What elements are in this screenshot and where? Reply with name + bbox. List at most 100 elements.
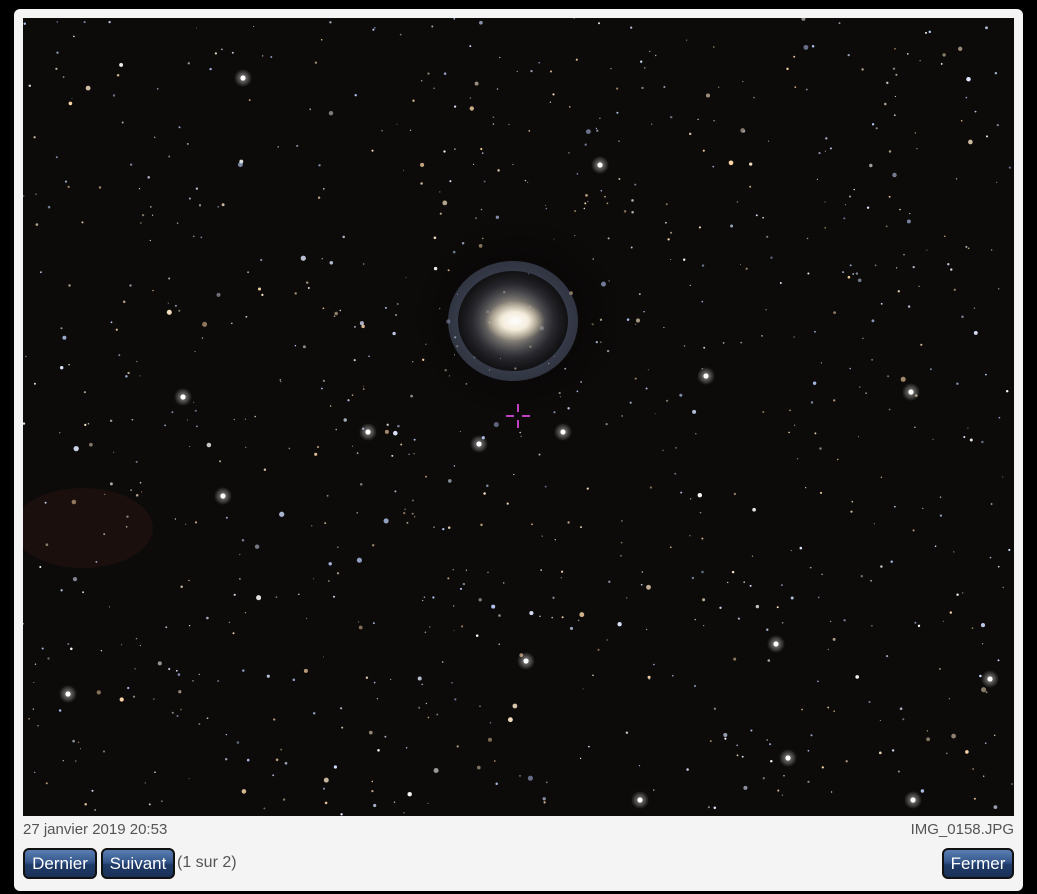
star (270, 55, 273, 59)
star (855, 272, 859, 275)
star (427, 716, 430, 719)
star (403, 812, 405, 814)
last-button[interactable]: Dernier (23, 848, 97, 879)
star (188, 778, 190, 780)
star (755, 214, 758, 217)
star (544, 204, 547, 206)
star (479, 20, 483, 25)
star (762, 216, 764, 219)
star (531, 523, 533, 526)
star (357, 621, 360, 623)
star (981, 687, 987, 693)
star (799, 546, 803, 550)
star (545, 781, 548, 784)
star (487, 571, 489, 574)
star (406, 521, 409, 524)
star (884, 102, 887, 106)
star (690, 498, 692, 500)
star (897, 770, 900, 773)
star (84, 802, 87, 806)
star (899, 707, 903, 711)
star (878, 751, 882, 755)
star (81, 221, 84, 224)
star (635, 323, 637, 325)
star (827, 648, 830, 651)
star (480, 208, 483, 211)
star (996, 123, 1000, 127)
star (371, 780, 374, 783)
star (67, 642, 70, 646)
star (837, 458, 839, 461)
star (680, 491, 683, 494)
star (879, 719, 881, 722)
star (649, 50, 651, 53)
star (144, 782, 146, 784)
star (481, 152, 484, 154)
star (456, 745, 459, 748)
next-button[interactable]: Suivant (101, 848, 175, 879)
star (429, 626, 431, 628)
star (73, 35, 75, 38)
star (665, 221, 667, 224)
star (129, 163, 133, 166)
star (781, 794, 784, 796)
star (420, 182, 423, 185)
photo-filename: IMG_0158.JPG (910, 821, 1014, 838)
star (462, 582, 466, 586)
star (439, 191, 441, 193)
star (871, 319, 875, 323)
star (512, 703, 518, 709)
star (244, 612, 247, 614)
star (542, 797, 546, 801)
star (674, 472, 677, 475)
star (1008, 166, 1012, 169)
star (280, 381, 282, 383)
star (713, 806, 717, 810)
star (214, 52, 218, 55)
star (743, 130, 746, 133)
star (47, 657, 50, 660)
star (568, 152, 570, 154)
star (62, 335, 67, 340)
star (332, 595, 336, 598)
star (453, 630, 455, 632)
star (371, 789, 374, 793)
star (192, 235, 195, 238)
star (769, 743, 772, 746)
star (131, 418, 134, 421)
star (749, 584, 752, 587)
star (665, 203, 668, 206)
star (907, 305, 911, 308)
star (127, 371, 130, 375)
star (465, 569, 468, 571)
star (418, 706, 421, 709)
star (171, 711, 174, 714)
star (528, 130, 531, 132)
star (314, 452, 318, 456)
star (819, 447, 822, 450)
star (168, 277, 171, 280)
star (132, 695, 136, 698)
star (248, 99, 251, 102)
star (395, 314, 398, 316)
star (938, 667, 941, 670)
star (829, 147, 832, 150)
star (469, 45, 472, 48)
close-button[interactable]: Fermer (942, 848, 1014, 879)
star (718, 86, 720, 88)
star (651, 123, 653, 125)
star (433, 236, 437, 240)
star (194, 409, 197, 412)
star (230, 322, 233, 325)
star (929, 368, 932, 371)
bright-star-core (365, 429, 371, 435)
star (452, 568, 455, 571)
star (899, 208, 901, 211)
star (64, 180, 68, 183)
star (922, 507, 924, 510)
star (513, 473, 515, 476)
star (37, 724, 39, 727)
star (479, 705, 481, 707)
star (707, 806, 710, 809)
star (607, 237, 610, 240)
